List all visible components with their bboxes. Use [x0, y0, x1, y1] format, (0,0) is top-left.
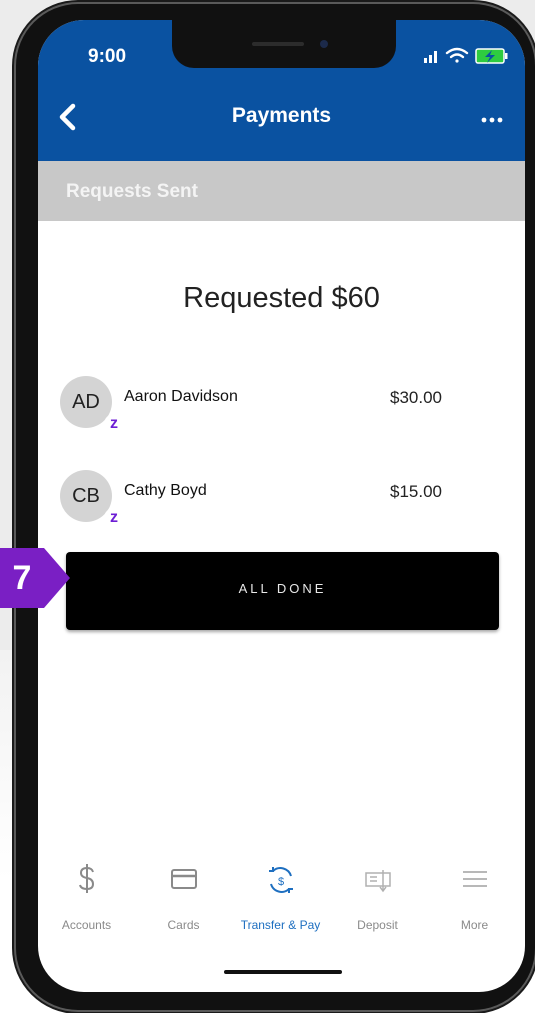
request-amount: $30.00 [390, 388, 442, 407]
tab-label: More [460, 918, 489, 932]
ellipsis-icon [481, 117, 503, 123]
tab-accounts[interactable]: Accounts [38, 862, 135, 942]
wifi-icon [445, 47, 469, 63]
more-options-button[interactable] [478, 110, 506, 130]
tab-label: Accounts [61, 918, 112, 932]
tab-deposit[interactable]: Deposit [329, 862, 426, 942]
check-deposit-icon [365, 870, 391, 893]
zelle-icon: z [104, 508, 124, 528]
step-callout: 7 [0, 548, 70, 608]
section-header: Requests Sent [38, 161, 525, 221]
phone-frame: 9:00 Payments Requests Sent Requested $6… [16, 4, 535, 1010]
status-icons [420, 44, 510, 68]
svg-text:$: $ [278, 876, 284, 888]
top-bar: 9:00 Payments [38, 20, 525, 161]
section-title: Requests Sent [66, 181, 198, 202]
request-amount: $15.00 [390, 482, 442, 501]
step-number: 7 [12, 559, 32, 597]
zelle-icon: z [104, 414, 124, 434]
all-done-button[interactable]: ALL DONE [66, 552, 499, 630]
home-indicator [224, 970, 342, 974]
page-title: Payments [231, 104, 332, 127]
signal-icon [424, 51, 437, 63]
tab-label: Deposit [357, 918, 398, 932]
dollar-icon [79, 864, 95, 893]
speaker-grille [252, 42, 304, 46]
menu-icon [463, 871, 487, 887]
battery-charging-icon [475, 48, 508, 64]
requested-total: Requested $60 [183, 282, 380, 314]
request-row: AD z Aaron Davidson $30.00 [38, 376, 525, 446]
recipient-name: Aaron Davidson [124, 388, 238, 405]
tab-label: Transfer & Pay [240, 918, 321, 932]
tab-cards[interactable]: Cards [135, 862, 232, 942]
tab-more[interactable]: More [426, 862, 523, 942]
recipient-name: Cathy Boyd [124, 482, 207, 499]
tab-transfer-pay[interactable]: $ Transfer & Pay [232, 862, 329, 942]
card-icon [171, 869, 197, 889]
transfer-icon: $ [269, 867, 293, 893]
tab-label: Cards [167, 918, 200, 932]
front-camera [320, 40, 328, 48]
phone-screen: 9:00 Payments Requests Sent Requested $6… [38, 20, 525, 992]
request-row: CB z Cathy Boyd $15.00 [38, 470, 525, 540]
phone-notch [172, 20, 396, 68]
bottom-tab-bar: Accounts Cards $ Transfer & Pay Deposit … [38, 862, 525, 942]
status-time: 9:00 [88, 46, 127, 67]
